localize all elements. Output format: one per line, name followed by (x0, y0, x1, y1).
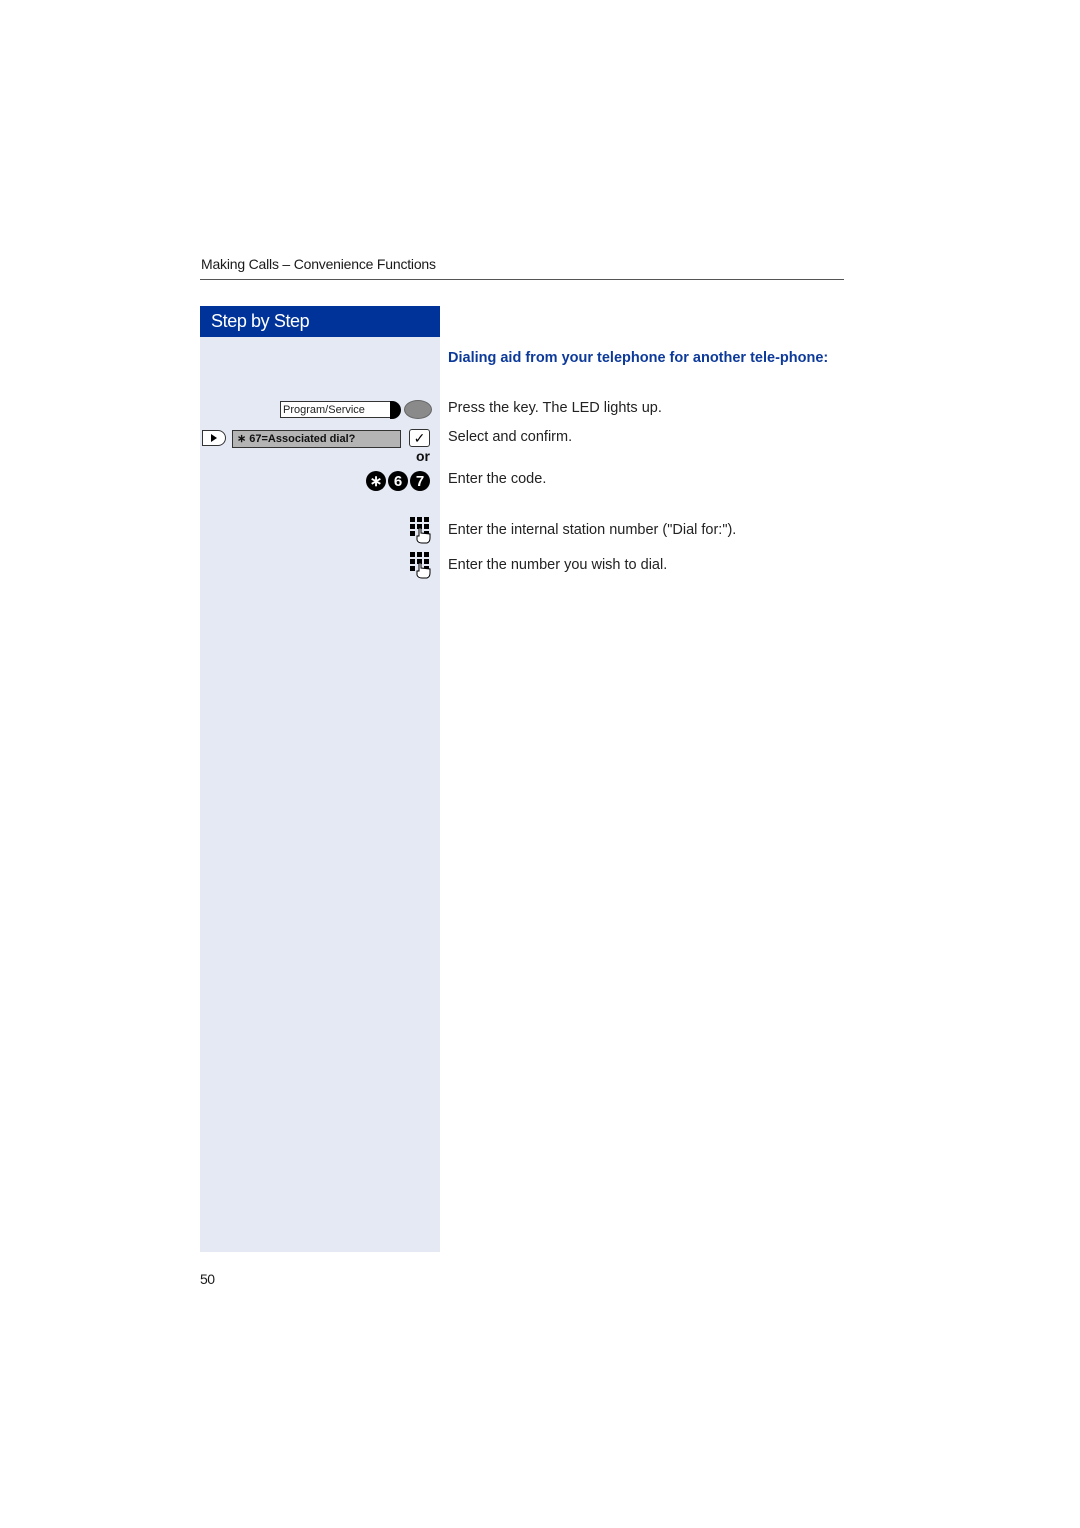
display-menu-entry[interactable]: ∗ 67=Associated dial? (232, 430, 401, 448)
section-heading: Dialing aid from your telephone for anot… (448, 350, 829, 366)
keypad-icon (410, 552, 431, 579)
star-key-icon: ∗ (366, 471, 386, 491)
led-icon (404, 400, 432, 419)
page-header-title: Making Calls – Convenience Functions (201, 256, 436, 272)
page-number: 50 (200, 1271, 215, 1287)
scroll-arrow-icon[interactable] (202, 430, 226, 446)
step-text: Select and confirm. (448, 429, 573, 445)
step-text: Press the key. The LED lights up. (448, 400, 662, 416)
keypad-icon (410, 517, 431, 544)
confirm-check-icon[interactable]: ✓ (409, 429, 430, 447)
program-service-key-label[interactable]: Program/Service (280, 401, 390, 418)
step-text: Enter the internal station number ("Dial… (448, 522, 737, 538)
seven-key-icon: 7 (410, 471, 430, 491)
step-text: Enter the number you wish to dial. (448, 557, 668, 573)
sidebar-title: Step by Step (211, 311, 310, 331)
header-rule (200, 279, 844, 280)
sidebar-header: Step by Step (200, 306, 440, 337)
six-key-icon: 6 (388, 471, 408, 491)
step-text: Enter the code. (448, 471, 547, 487)
or-label: or (416, 448, 430, 464)
